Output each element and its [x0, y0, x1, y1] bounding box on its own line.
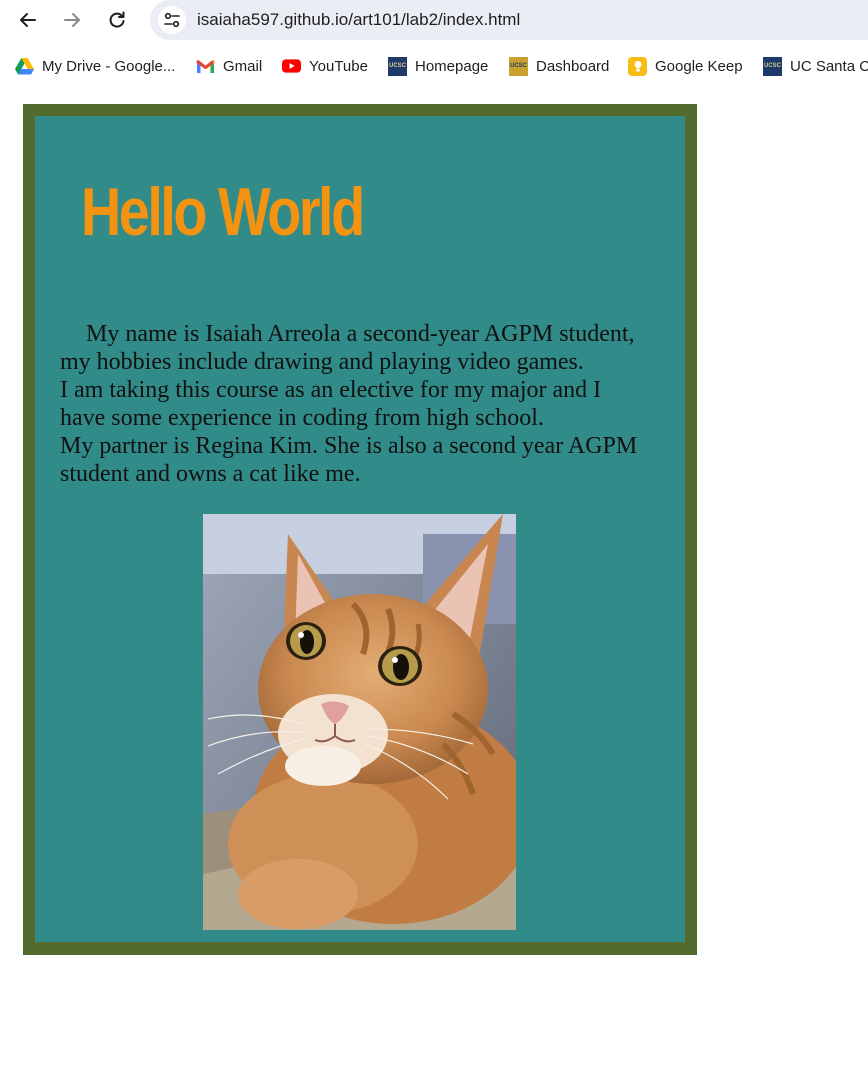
bookmark-label: Gmail [223, 57, 263, 75]
browser-toolbar: isaiaha597.github.io/art101/lab2/index.h… [0, 0, 868, 40]
bookmark-homepage[interactable]: UCSC Homepage [388, 56, 488, 76]
bookmark-label: My Drive - Google... [42, 57, 176, 75]
bookmark-gmail[interactable]: Gmail [196, 56, 262, 76]
bookmarks-bar: My Drive - Google... Gmail YouTube UCSC … [0, 46, 868, 86]
bookmark-youtube[interactable]: YouTube [282, 56, 368, 76]
bio-line: I am taking this course as an elective f… [60, 377, 602, 403]
back-button[interactable] [12, 4, 44, 36]
forward-button[interactable] [56, 4, 88, 36]
address-bar[interactable]: isaiaha597.github.io/art101/lab2/index.h… [150, 0, 868, 40]
ucsc-icon: UCSC [388, 56, 407, 76]
google-keep-icon [628, 56, 647, 76]
content-panel: Hello World My name is Isaiah Arreola a … [35, 116, 685, 942]
site-info-button[interactable] [158, 6, 186, 34]
cat-photo [203, 514, 516, 930]
url-text[interactable]: isaiaha597.github.io/art101/lab2/index.h… [197, 10, 520, 30]
ucsc-icon: UCSC [763, 56, 782, 76]
reload-icon [109, 11, 125, 28]
bio-line: my hobbies include drawing and playing v… [60, 349, 584, 375]
page-title: Hello World [81, 174, 365, 250]
page-frame: Hello World My name is Isaiah Arreola a … [23, 104, 697, 955]
bookmark-dashboard[interactable]: UCSC Dashboard [509, 56, 609, 76]
ucsc-canvas-icon: UCSC [509, 56, 528, 76]
forward-arrow-icon [64, 13, 80, 27]
youtube-icon [282, 57, 301, 76]
gmail-icon [196, 57, 215, 76]
bio-text: My name is Isaiah Arreola a second-year … [60, 320, 680, 488]
bookmark-label: Google Keep [655, 57, 743, 75]
bio-line: student and owns a cat like me. [60, 461, 361, 487]
bookmark-uc-santa-cruz[interactable]: UCSC UC Santa Cr [763, 56, 868, 76]
google-drive-icon [15, 57, 34, 76]
bookmark-label: UC Santa Cr [790, 57, 868, 75]
reload-button[interactable] [101, 4, 133, 36]
bookmark-label: YouTube [309, 57, 368, 75]
tune-icon [164, 12, 180, 28]
bio-line: have some experience in coding from high… [60, 405, 544, 431]
bookmark-my-drive[interactable]: My Drive - Google... [15, 56, 175, 76]
back-arrow-icon [20, 13, 36, 27]
bio-line: My partner is Regina Kim. She is also a … [60, 433, 638, 459]
bookmark-google-keep[interactable]: Google Keep [628, 56, 743, 76]
bio-line: My name is Isaiah Arreola a second-year … [86, 321, 635, 347]
bookmark-label: Homepage [415, 57, 489, 75]
bookmark-label: Dashboard [536, 57, 610, 75]
